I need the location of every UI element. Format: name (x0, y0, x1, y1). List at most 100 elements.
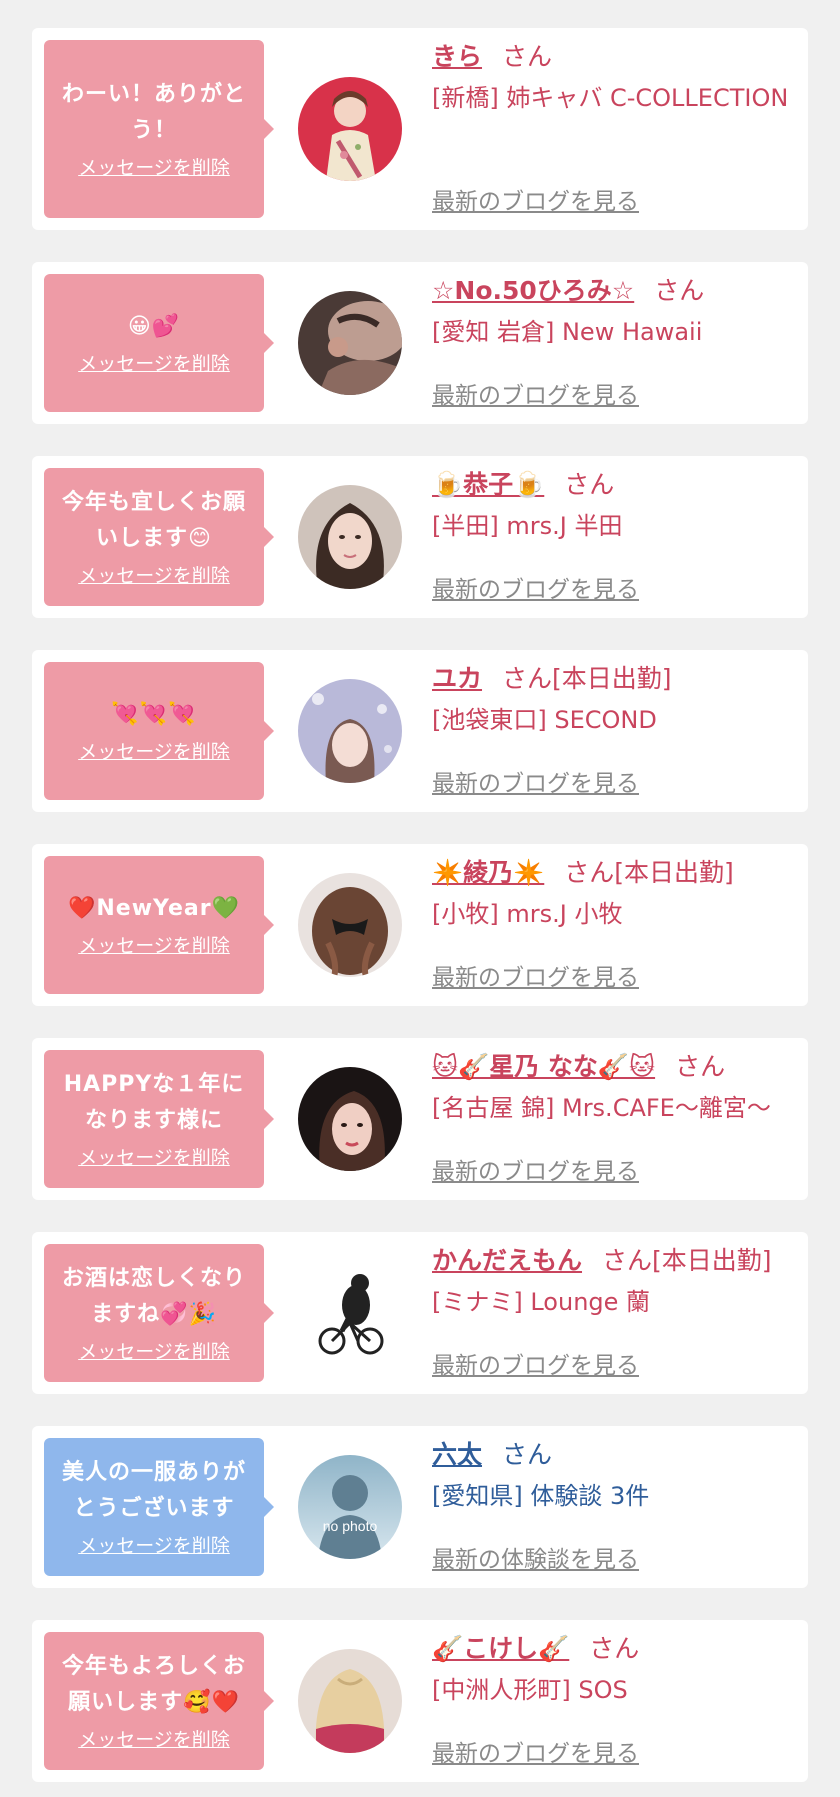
shop-name: [小牧] mrs.J 小牧 (432, 900, 623, 928)
delete-message-link[interactable]: メッセージを削除 (78, 933, 230, 959)
latest-blog-link[interactable]: 最新のブログを見る (432, 958, 639, 992)
name-row: ユカ さん[本日出勤] (432, 660, 800, 698)
cast-info: かんだえもん さん[本日出勤] [ミナミ] Lounge 蘭 (432, 1242, 800, 1322)
delete-message-link[interactable]: メッセージを削除 (78, 1339, 230, 1365)
message-card: お酒は恋しくなりますね💞🎉 メッセージを削除 かんだえもん さん[本日出勤] [ミ… (32, 1232, 808, 1394)
message-text: お酒は恋しくなりますね💞🎉 (61, 1266, 246, 1327)
cast-name-link[interactable]: 🎸こけし🎸 (432, 1634, 569, 1663)
name-row: ✴️綾乃✴️ さん[本日出勤] (432, 854, 800, 892)
cast-info: ユカ さん[本日出勤] [池袋東口] SECOND (432, 660, 800, 740)
cast-name-link[interactable]: きら (432, 42, 482, 71)
avatar[interactable] (298, 679, 402, 783)
delete-message-link[interactable]: メッセージを削除 (78, 1727, 230, 1753)
latest-blog-link[interactable]: 最新のブログを見る (432, 764, 639, 798)
message-card: ❤️NewYear💚 メッセージを削除 ✴️綾乃✴️ さん[本日出勤] [小牧] … (32, 844, 808, 1006)
name-row: きら さん (432, 38, 800, 76)
shop-name: [愛知 岩倉] New Hawaii (432, 318, 703, 346)
cast-info: きら さん [新橋] 姉キャバ C-COLLECTION (432, 38, 800, 118)
message-bubble: HAPPYな１年になります様に メッセージを削除 (44, 1050, 274, 1188)
message-text: HAPPYな１年になります様に (63, 1072, 245, 1133)
avatar[interactable] (298, 1649, 402, 1753)
message-bubble: 今年も宜しくお願いします😊 メッセージを削除 (44, 468, 274, 606)
message-card: わーい！ありがとう！ メッセージを削除 きら さん [新橋] 姉キャバ C-COL… (32, 28, 808, 230)
cast-name-link[interactable]: かんだえもん (432, 1246, 582, 1275)
honorific: さん (654, 276, 705, 305)
shop-name: [中洲人形町] SOS (432, 1676, 628, 1704)
avatar[interactable] (298, 291, 402, 395)
latest-blog-link[interactable]: 最新のブログを見る (432, 1734, 639, 1768)
message-card: 美人の一服ありがとうございます メッセージを削除 no photo 六太さん (32, 1426, 808, 1588)
latest-blog-link[interactable]: 最新のブログを見る (432, 570, 639, 604)
delete-message-link[interactable]: メッセージを削除 (78, 351, 230, 377)
delete-message-link[interactable]: メッセージを削除 (78, 739, 230, 765)
delete-message-link[interactable]: メッセージを削除 (78, 155, 230, 181)
name-row: 🐱🎸星乃 なな🎸🐱 さん (432, 1048, 800, 1086)
name-row: 六太 さん (432, 1436, 800, 1474)
cast-name-link[interactable]: ✴️綾乃✴️ (432, 858, 544, 887)
avatar[interactable] (298, 1261, 402, 1365)
no-photo-label: no photo (323, 1518, 378, 1534)
latest-review-link[interactable]: 最新の体験談を見る (432, 1540, 639, 1574)
avatar[interactable] (298, 485, 402, 589)
latest-blog-link[interactable]: 最新のブログを見る (432, 376, 639, 410)
honorific: さん (564, 470, 615, 499)
cast-info: ✴️綾乃✴️ さん[本日出勤] [小牧] mrs.J 小牧 (432, 854, 800, 934)
latest-blog-link[interactable]: 最新のブログを見る (432, 1346, 639, 1380)
cast-info: 六太 さん [愛知県] 体験談 3件 (432, 1436, 800, 1516)
shop-name: [半田] mrs.J 半田 (432, 512, 623, 540)
message-bubble: 💘💘💘 メッセージを削除 (44, 662, 274, 800)
cast-info: 🐱🎸星乃 なな🎸🐱 さん [名古屋 錦] Mrs.CAFE〜離宮〜 (432, 1048, 800, 1128)
honorific: さん[本日出勤] (502, 664, 672, 693)
honorific: さん (502, 42, 553, 71)
user-name-link[interactable]: 六太 (432, 1440, 482, 1469)
message-bubble: わーい！ありがとう！ メッセージを削除 (44, 40, 274, 218)
avatar[interactable] (298, 873, 402, 977)
message-bubble: 美人の一服ありがとうございます メッセージを削除 (44, 1438, 274, 1576)
latest-blog-link[interactable]: 最新のブログを見る (432, 182, 639, 216)
honorific: さん[本日出勤] (602, 1246, 772, 1275)
message-bubble: 😀💕 メッセージを削除 (44, 274, 274, 412)
shop-name: [新橋] 姉キャバ C-COLLECTION (432, 84, 789, 112)
message-text: ❤️NewYear💚 (68, 896, 240, 921)
name-row: かんだえもん さん[本日出勤] (432, 1242, 800, 1280)
message-card: 😀💕 メッセージを削除 ☆No.50ひろみ☆ さん [愛知 岩倉] New Haw… (32, 262, 808, 424)
delete-message-link[interactable]: メッセージを削除 (78, 563, 230, 589)
honorific: さん (675, 1052, 726, 1081)
cast-name-link[interactable]: 🍺恭子🍺 (432, 470, 544, 499)
avatar[interactable] (298, 1067, 402, 1171)
name-row: 🎸こけし🎸 さん (432, 1630, 800, 1668)
message-bubble: 今年もよろしくお願いします🥰❤️ メッセージを削除 (44, 1632, 274, 1770)
cast-info: 🎸こけし🎸 さん [中洲人形町] SOS (432, 1630, 800, 1710)
name-row: ☆No.50ひろみ☆ さん (432, 272, 800, 310)
message-card: 今年も宜しくお願いします😊 メッセージを削除 🍺恭子🍺 さん [半田] mrs.J… (32, 456, 808, 618)
message-bubble: ❤️NewYear💚 メッセージを削除 (44, 856, 274, 994)
message-bubble: お酒は恋しくなりますね💞🎉 メッセージを削除 (44, 1244, 274, 1382)
message-text: 今年もよろしくお願いします🥰❤️ (61, 1654, 246, 1715)
honorific: さん (589, 1634, 640, 1663)
cast-name-link[interactable]: 🐱🎸星乃 なな🎸🐱 (432, 1052, 655, 1081)
shop-name: [池袋東口] SECOND (432, 706, 657, 734)
delete-message-link[interactable]: メッセージを削除 (78, 1533, 230, 1559)
message-text: わーい！ありがとう！ (61, 82, 246, 143)
review-count: [愛知県] 体験談 3件 (432, 1482, 650, 1510)
message-card: 今年もよろしくお願いします🥰❤️ メッセージを削除 🎸こけし🎸 さん [中洲人形町… (32, 1620, 808, 1782)
message-list: わーい！ありがとう！ メッセージを削除 きら さん [新橋] 姉キャバ C-COL… (0, 0, 840, 1797)
cast-info: 🍺恭子🍺 さん [半田] mrs.J 半田 (432, 466, 800, 546)
message-text: 💘💘💘 (111, 702, 197, 727)
message-card: HAPPYな１年になります様に メッセージを削除 🐱🎸星乃 なな🎸🐱 さん [名古… (32, 1038, 808, 1200)
cast-info: ☆No.50ひろみ☆ さん [愛知 岩倉] New Hawaii (432, 272, 800, 352)
name-row: 🍺恭子🍺 さん (432, 466, 800, 504)
latest-blog-link[interactable]: 最新のブログを見る (432, 1152, 639, 1186)
honorific: さん (502, 1440, 553, 1469)
avatar[interactable]: no photo (298, 1455, 402, 1559)
cast-name-link[interactable]: ユカ (432, 664, 482, 693)
delete-message-link[interactable]: メッセージを削除 (78, 1145, 230, 1171)
honorific: さん[本日出勤] (564, 858, 734, 887)
message-text: 美人の一服ありがとうございます (61, 1460, 246, 1521)
message-text: 😀💕 (127, 314, 181, 339)
message-card: 💘💘💘 メッセージを削除 ユカ さん[本日出勤] [池袋東口] SECOND 最新… (32, 650, 808, 812)
shop-name: [ミナミ] Lounge 蘭 (432, 1288, 651, 1316)
cast-name-link[interactable]: ☆No.50ひろみ☆ (432, 276, 634, 305)
avatar[interactable] (298, 77, 402, 181)
shop-name: [名古屋 錦] Mrs.CAFE〜離宮〜 (432, 1094, 771, 1122)
